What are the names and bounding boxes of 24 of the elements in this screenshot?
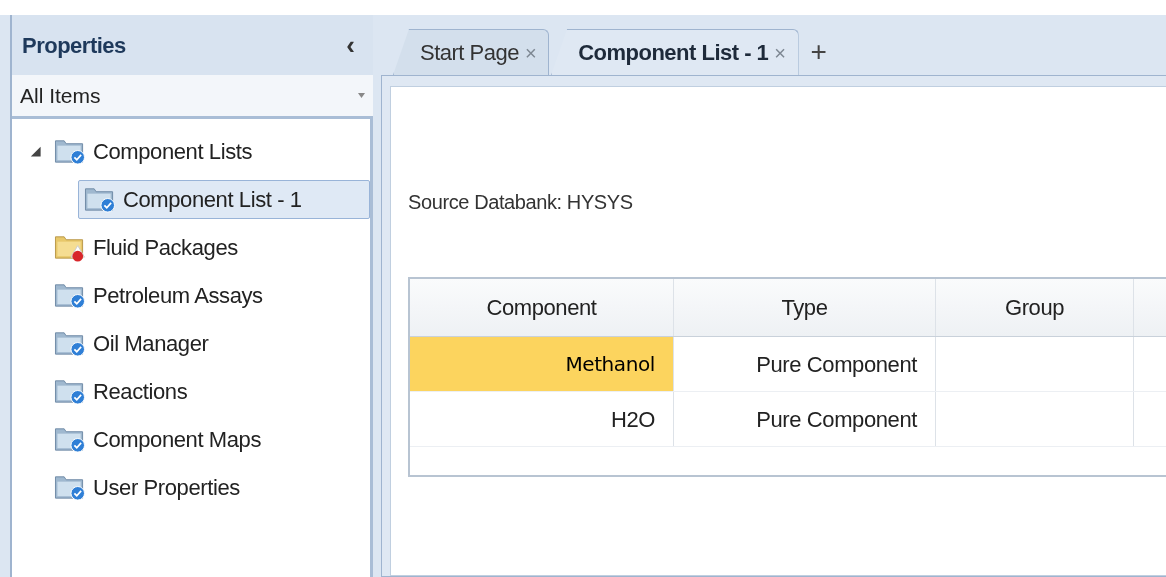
tree-item[interactable]: Petroleum Assays [48, 275, 268, 315]
column-header[interactable]: Group [936, 279, 1134, 336]
filter-dropdown[interactable]: All Items [12, 75, 373, 119]
panel-title: Properties [22, 31, 126, 60]
tree-item[interactable]: Reactions [48, 371, 193, 411]
column-header[interactable]: Component [410, 279, 674, 336]
tree-item[interactable]: Fluid Packages [48, 227, 243, 267]
table-cell: Pure Component [674, 392, 936, 446]
tree-item[interactable]: Oil Manager [48, 323, 214, 363]
tree-item[interactable]: Component List - 1 [78, 179, 370, 219]
expanded-arrow-icon[interactable] [28, 144, 42, 158]
column-header[interactable]: Type [674, 279, 936, 336]
new-tab-button[interactable]: + [800, 29, 837, 75]
tree-item[interactable]: Component Maps [48, 419, 267, 459]
tree-item[interactable]: User Properties [48, 467, 245, 507]
tree-item[interactable]: Component Lists [48, 131, 258, 171]
dropdown-caret-icon [358, 93, 365, 98]
source-databank-label: Source Databank: HYSYS [408, 190, 634, 215]
table-cell: Pure Component [674, 337, 936, 391]
table-cell: H2O [410, 392, 674, 446]
table-cell: Methanol [410, 337, 674, 391]
tab[interactable]: Start Page × [393, 29, 550, 75]
tab[interactable]: Component List - 1 × [551, 29, 799, 75]
collapse-button[interactable]: ‹ [342, 32, 359, 58]
